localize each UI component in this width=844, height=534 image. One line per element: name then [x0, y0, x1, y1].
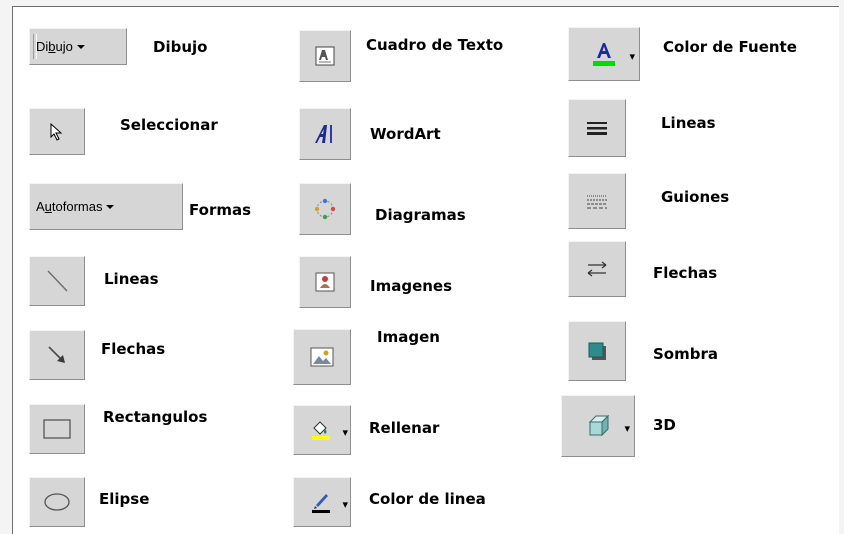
label-guiones: Guiones: [661, 188, 730, 206]
dash-style-icon: [587, 195, 607, 209]
fill-color-button[interactable]: ▾: [293, 405, 351, 455]
label-seleccionar: Seleccionar: [120, 116, 218, 134]
label-color-de-linea: Color de linea: [369, 490, 486, 508]
autoformas-menu-button[interactable]: Autoformas: [29, 183, 183, 230]
label-elipse: Elipse: [99, 490, 150, 508]
clipart-icon: [315, 272, 335, 292]
diagram-button[interactable]: [299, 183, 351, 235]
picture-button[interactable]: [293, 329, 351, 385]
select-arrow-icon: [50, 122, 63, 141]
label-lineas-tool: Lineas: [104, 270, 159, 288]
toolbar-grip: [33, 34, 37, 59]
wordart-icon: [315, 125, 332, 143]
label-wordart: WordArt: [370, 125, 441, 143]
label-3d: 3D: [653, 416, 676, 434]
label-sombra: Sombra: [653, 345, 718, 363]
dash-style-button[interactable]: [568, 173, 626, 229]
dropdown-arrow-icon: [106, 204, 115, 209]
clipart-button[interactable]: [299, 256, 351, 308]
label-rellenar: Rellenar: [369, 419, 440, 437]
autoformas-button-label: Autoformas: [36, 199, 103, 214]
line-color-button[interactable]: ▾: [293, 477, 351, 527]
line-tool-button[interactable]: [29, 256, 85, 306]
textbox-button[interactable]: [299, 30, 351, 82]
drawing-toolbar-legend: Dibujo Dibujo Seleccionar Autoformas For…: [12, 6, 839, 534]
line-style-icon: [587, 122, 607, 135]
label-flechas-tool: Flechas: [101, 340, 166, 358]
label-dibujo: Dibujo: [153, 38, 208, 56]
dropdown-arrow-icon[interactable]: ▾: [342, 426, 348, 439]
3d-button[interactable]: ▾: [561, 395, 635, 457]
3d-icon: [588, 414, 610, 437]
dropdown-arrow-icon[interactable]: ▾: [629, 50, 635, 63]
rectangle-icon: [43, 419, 71, 439]
arrow-tool-button[interactable]: [29, 330, 85, 380]
shadow-button[interactable]: [568, 321, 626, 381]
ellipse-tool-button[interactable]: [29, 477, 85, 527]
dropdown-arrow-icon[interactable]: ▾: [624, 422, 630, 435]
textbox-icon: [315, 46, 335, 66]
label-imagen: Imagen: [377, 328, 440, 346]
label-formas: Formas: [189, 201, 252, 219]
diagram-icon: [314, 198, 336, 220]
line-icon: [47, 270, 68, 292]
font-color-button[interactable]: ▾: [568, 27, 640, 81]
arrow-style-icon: [587, 261, 607, 277]
dropdown-arrow-icon: [76, 44, 85, 49]
label-rectangulos: Rectangulos: [103, 408, 208, 426]
wordart-button[interactable]: [299, 108, 351, 160]
line-style-button[interactable]: [568, 99, 626, 157]
label-cuadro-de-texto: Cuadro de Texto: [366, 36, 504, 54]
dibujo-button-label: Dibujo: [36, 39, 73, 54]
rectangle-tool-button[interactable]: [29, 404, 85, 454]
label-flechas-style: Flechas: [653, 264, 718, 282]
dropdown-arrow-icon[interactable]: ▾: [342, 498, 348, 511]
line-color-icon: [312, 494, 330, 513]
picture-icon: [310, 347, 334, 367]
select-button[interactable]: [29, 108, 85, 155]
arrow-style-button[interactable]: [568, 241, 626, 297]
fill-color-icon: [312, 421, 330, 440]
label-color-de-fuente: Color de Fuente: [663, 38, 797, 56]
dibujo-menu-button[interactable]: Dibujo: [29, 28, 127, 65]
label-lineas-style: Lineas: [661, 114, 716, 132]
label-diagramas: Diagramas: [375, 206, 466, 224]
font-color-icon: [593, 43, 615, 66]
arrow-icon: [48, 346, 65, 363]
shadow-icon: [588, 342, 606, 360]
label-imagenes: Imagenes: [370, 277, 453, 295]
ellipse-icon: [44, 493, 70, 511]
